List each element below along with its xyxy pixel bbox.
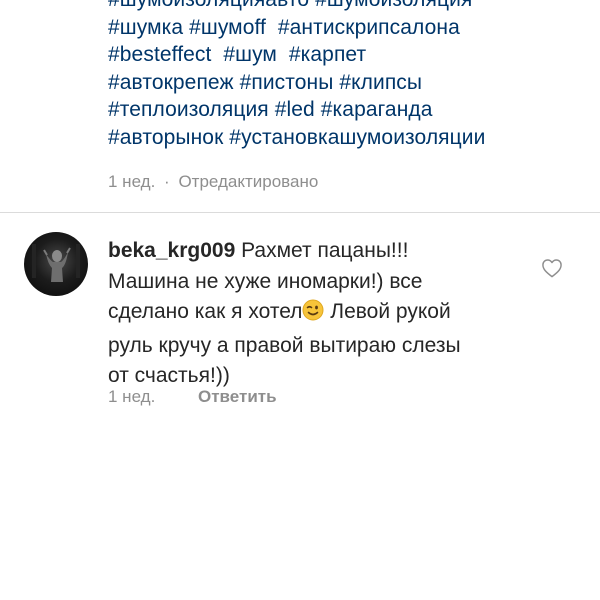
comment-text: Левой рукой <box>330 300 451 323</box>
like-heart-icon[interactable] <box>541 258 563 278</box>
comment-username[interactable]: beka_krg009 <box>108 239 235 262</box>
caption-line: #besteffect #шум #карпет <box>108 41 578 69</box>
hashtag-link[interactable]: #шумка <box>108 16 183 39</box>
comment-line: Машина не хуже иномарки!) все <box>108 267 538 298</box>
hashtag-link[interactable]: #карпет <box>289 43 366 66</box>
hashtag-link[interactable]: #авторынок <box>108 126 223 149</box>
hashtag-link[interactable]: #антискрипсалона <box>278 16 460 39</box>
reply-button[interactable]: Ответить <box>198 387 277 407</box>
avatar[interactable] <box>24 232 88 296</box>
comment-age: 1 нед. <box>108 387 156 406</box>
hashtag-link[interactable]: #шум <box>223 43 277 66</box>
hashtag-link[interactable]: #автокрепеж <box>108 71 234 94</box>
comment-text: сделано как я хотел <box>108 300 303 323</box>
hashtag-link[interactable]: #установкашумоизоляции <box>229 126 485 149</box>
hashtag-link[interactable]: #караганда <box>321 98 433 121</box>
post-caption: #шумоизоляцияавто #шумоизоляция #шумка #… <box>108 0 578 151</box>
caption-line: #автокрепеж #пистоны #клипсы <box>108 69 578 97</box>
comments-view: #шумоизоляцияавто #шумоизоляция #шумка #… <box>0 0 600 600</box>
comment-text: руль кручу а правой вытираю слезы <box>108 333 461 357</box>
comment-line: от счастья!)) <box>108 361 538 392</box>
comment-body: beka_krg009 Рахмет пацаны!!! Машина не х… <box>108 236 538 392</box>
divider <box>0 212 600 213</box>
hashtag-link[interactable]: #теплоизоляция <box>108 98 269 121</box>
edited-label: Отредактировано <box>178 172 319 191</box>
meta-separator: · <box>164 172 170 191</box>
caption-meta: 1 нед. · Отредактировано <box>108 172 318 192</box>
avatar-photo-icon <box>32 244 80 282</box>
comment-text: от счастья!)) <box>108 364 230 387</box>
comment-line: beka_krg009 Рахмет пацаны!!! <box>108 236 538 267</box>
comment-line: руль кручу а правой вытираю слезы <box>108 331 538 362</box>
comment-text: Рахмет пацаны!!! <box>241 239 409 262</box>
hashtag-link[interactable]: #пистоны <box>240 71 334 94</box>
comment-text: Машина не хуже иномарки!) все <box>108 269 423 293</box>
hashtag-link[interactable]: #шумoff <box>189 16 266 39</box>
caption-line: #шумоизоляцияавто #шумоизоляция <box>108 0 578 14</box>
hashtag-link[interactable]: #шумоизоляцияавто <box>108 0 309 11</box>
hashtag-link[interactable]: #клипсы <box>339 71 422 94</box>
hashtag-link[interactable]: #besteffect <box>108 43 211 66</box>
comment-line: сделано как я хотел Левой рукой <box>108 297 538 331</box>
hashtag-link[interactable]: #шумоизоляция <box>315 0 472 11</box>
caption-age: 1 нед. <box>108 172 156 191</box>
winking-face-icon <box>302 299 324 331</box>
hashtag-link[interactable]: #led <box>275 98 315 121</box>
caption-line: #шумка #шумoff #антискрипсалона <box>108 14 578 42</box>
caption-line: #теплоизоляция #led #караганда <box>108 96 578 124</box>
caption-line: #авторынок #установкашумоизоляции <box>108 124 578 152</box>
